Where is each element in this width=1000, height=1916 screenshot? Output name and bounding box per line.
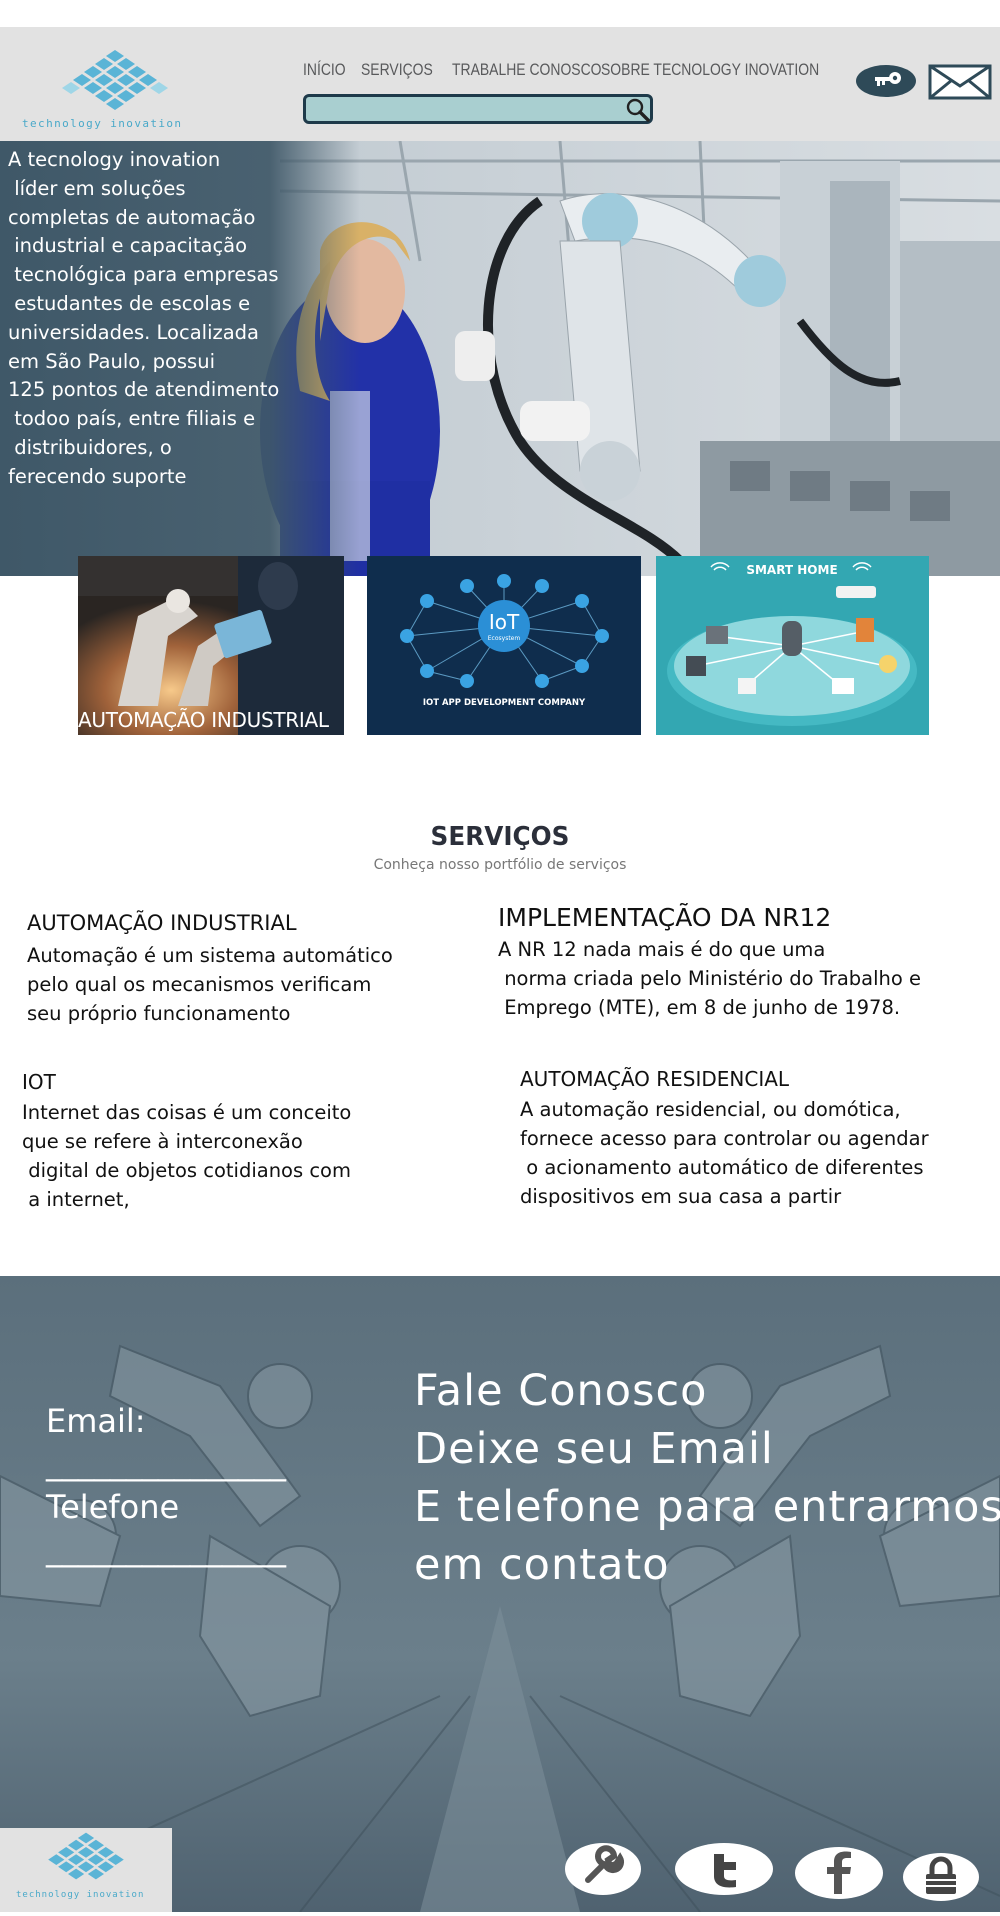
services-subtitle: Conheça nosso portfólio de serviços [373,857,627,873]
email-field[interactable]: _______________ [46,1442,286,1484]
hero-description: A tecnology inovation líder em soluções … [8,148,280,488]
phone-field[interactable]: _______________ [46,1528,286,1570]
service-title-automacao-residencial: AUTOMAÇÃO RESIDENCIAL [520,1067,790,1091]
iot-label: IoT [489,610,520,634]
lock-icon[interactable] [902,1852,980,1902]
twitter-icon[interactable] [674,1842,774,1896]
envelope-icon[interactable] [928,64,992,100]
services-title: SERVIÇOS [430,822,570,852]
email-label: Email: [46,1402,146,1440]
smart-home-illustration: SMART HOME [667,562,917,726]
nav-servicos[interactable]: SERVIÇOS [361,60,433,80]
service-body-nr12: A NR 12 nada mais é do que uma norma cri… [498,938,921,1019]
service-body-automacao-residencial: A automação residencial, ou domótica, fo… [520,1098,929,1208]
footer-logo[interactable]: technology inovation [0,1828,172,1912]
service-title-iot: IOT [22,1070,56,1094]
key-icon[interactable] [855,64,917,98]
phone-label: Telefone [46,1488,180,1526]
service-body-automacao-industrial: Automação é um sistema automático pelo q… [27,944,393,1025]
footer-logo-text: technology inovation [16,1890,145,1900]
iot-network-icon: IoT Ecosystem IOT APP DEVELOPMENT COMPAN… [400,574,609,708]
service-title-automacao-industrial: AUTOMAÇÃO INDUSTRIAL [27,911,297,935]
nav-inicio[interactable]: INÍCIO [303,60,346,80]
contact-headline: Fale Conosco Deixe seu Email E telefone … [414,1366,1000,1590]
service-body-iot: Internet das coisas é um conceito que se… [22,1101,352,1211]
wrench-icon[interactable] [564,1842,642,1896]
smart-home-label: SMART HOME [746,563,837,577]
card-label: AUTOMAÇÃO INDUSTRIAL [78,708,329,732]
logo-text: technology inovation [22,117,183,130]
facebook-icon[interactable] [794,1846,884,1900]
card-iot[interactable]: IoT Ecosystem IOT APP DEVELOPMENT COMPAN… [367,556,641,735]
search-icon[interactable] [625,97,651,123]
service-title-nr12: IMPLEMENTAÇÃO DA NR12 [498,903,832,932]
search-input[interactable] [303,94,653,124]
nav-sobre[interactable]: SOBRE TECNOLOGY INOVATION [601,60,819,80]
card-smart-home[interactable]: SMART HOME [656,556,929,735]
nav-trabalhe-conosco[interactable]: TRABALHE CONOSCO [452,60,601,80]
iot-sublabel: Ecosystem [488,635,521,642]
iot-caption: IOT APP DEVELOPMENT COMPANY [423,698,586,708]
